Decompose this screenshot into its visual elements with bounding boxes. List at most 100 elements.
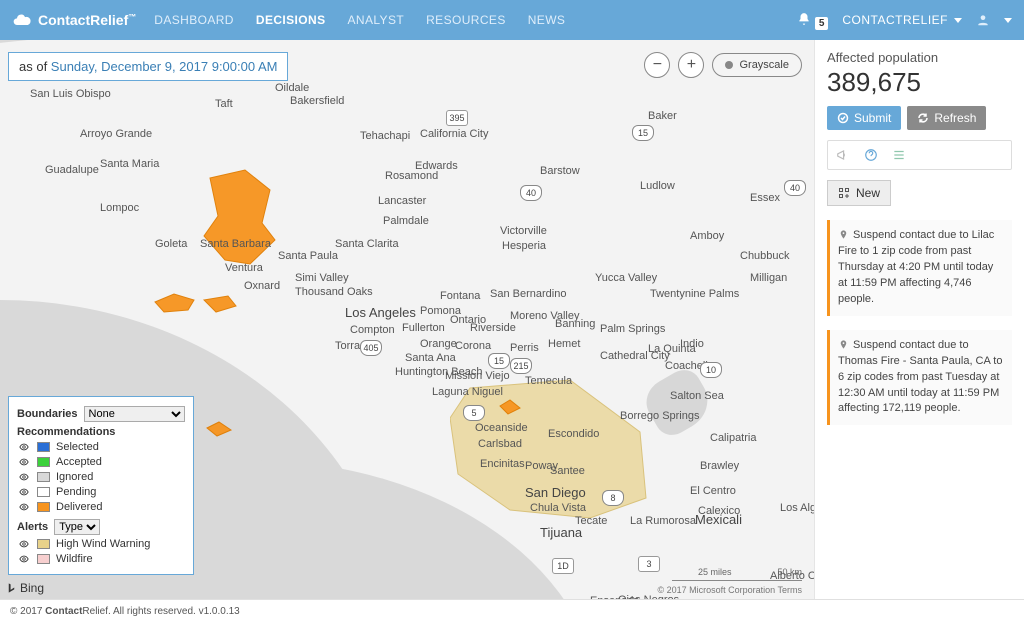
brand-logo[interactable]: ContactRelief™ (12, 10, 136, 30)
nav-items: DASHBOARD DECISIONS ANALYST RESOURCES NE… (154, 13, 565, 27)
nav-right: 5 CONTACTRELIEF (797, 12, 1012, 29)
help-icon[interactable] (864, 148, 878, 162)
dot-icon (725, 61, 733, 69)
highway-shield: 40 (520, 185, 542, 201)
bell-icon (797, 12, 811, 26)
recommendations-header: Recommendations (17, 426, 185, 438)
nav-news[interactable]: NEWS (528, 13, 566, 27)
map[interactable]: Los AngelesSan DiegoTijuanaMexicali Oild… (0, 40, 814, 599)
legend-item-label: High Wind Warning (56, 538, 150, 550)
top-nav: ContactRelief™ DASHBOARD DECISIONS ANALY… (0, 0, 1024, 40)
highway-shield: 15 (632, 125, 654, 141)
color-swatch (37, 502, 50, 512)
refresh-icon (917, 112, 929, 124)
map-scale: 25 miles50 km (698, 567, 802, 577)
eye-icon[interactable] (17, 442, 31, 452)
caret-down-icon (954, 18, 962, 23)
color-swatch (37, 554, 50, 564)
eye-icon[interactable] (17, 539, 31, 549)
color-swatch (37, 487, 50, 497)
alert-card[interactable]: Suspend contact due to Thomas Fire - San… (827, 330, 1012, 426)
sidebar-tools (827, 140, 1012, 170)
as-of-date-link[interactable]: Sunday, December 9, 2017 9:00:00 AM (51, 59, 278, 74)
map-provider: Bing (6, 581, 44, 595)
footer: © 2017 ContactRelief. All rights reserve… (0, 600, 1024, 628)
legend-item-label: Delivered (56, 501, 102, 513)
eye-icon[interactable] (17, 554, 31, 564)
notification-count: 5 (815, 17, 829, 30)
notifications-button[interactable]: 5 (797, 12, 828, 29)
delivered-area-islands (150, 290, 240, 320)
eye-icon[interactable] (17, 487, 31, 497)
caret-down-icon (1004, 18, 1012, 23)
highway-shield: 405 (360, 340, 382, 356)
legend-rec-row[interactable]: Pending (17, 486, 185, 498)
alerts-header: Alerts (17, 521, 48, 533)
affected-population-count: 389,675 (827, 67, 1012, 98)
map-controls: − + Grayscale (644, 52, 802, 78)
nav-decisions[interactable]: DECISIONS (256, 13, 326, 27)
map-scale-bar (672, 580, 802, 581)
color-swatch (37, 539, 50, 549)
legend-rec-row[interactable]: Delivered (17, 501, 185, 513)
legend-alert-row[interactable]: Wildfire (17, 553, 185, 565)
legend-panel: Boundaries None Recommendations Selected… (8, 396, 194, 575)
eye-icon[interactable] (17, 472, 31, 482)
user-icon[interactable] (976, 13, 990, 27)
color-swatch (37, 457, 50, 467)
grid-plus-icon (838, 187, 850, 199)
highway-shield: 8 (602, 490, 624, 506)
alert-text: Suspend contact due to Lilac Fire to 1 z… (838, 229, 994, 305)
zoom-in-button[interactable]: + (678, 52, 704, 78)
eye-icon[interactable] (17, 457, 31, 467)
main: Los AngelesSan DiegoTijuanaMexicali Oild… (0, 40, 1024, 600)
boundaries-select[interactable]: None (84, 406, 185, 422)
legend-item-label: Wildfire (56, 553, 93, 565)
user-menu[interactable]: CONTACTRELIEF (842, 13, 962, 27)
refresh-button[interactable]: Refresh (907, 106, 986, 130)
highway-shield: 1D (552, 558, 574, 574)
highway-shield: 15 (488, 353, 510, 369)
highway-shield: 3 (638, 556, 660, 572)
legend-rec-row[interactable]: Accepted (17, 456, 185, 468)
pin-icon (838, 338, 849, 352)
legend-alert-row[interactable]: High Wind Warning (17, 538, 185, 550)
new-button[interactable]: New (827, 180, 891, 206)
legend-item-label: Pending (56, 486, 96, 498)
alert-text: Suspend contact due to Thomas Fire - San… (838, 339, 1002, 415)
legend-rec-row[interactable]: Ignored (17, 471, 185, 483)
legend-item-label: Ignored (56, 471, 93, 483)
nav-analyst[interactable]: ANALYST (348, 13, 405, 27)
delivered-area-lilac (498, 398, 522, 416)
sidebar: Affected population 389,675 Submit Refre… (814, 40, 1024, 599)
as-of-box: as of Sunday, December 9, 2017 9:00:00 A… (8, 52, 288, 81)
highway-shield: 40 (784, 180, 806, 196)
highway-shield: 395 (446, 110, 468, 126)
highway-shield: 5 (463, 405, 485, 421)
zoom-out-button[interactable]: − (644, 52, 670, 78)
nav-dashboard[interactable]: DASHBOARD (154, 13, 234, 27)
submit-button[interactable]: Submit (827, 106, 901, 130)
list-icon[interactable] (892, 148, 906, 162)
check-icon (837, 112, 849, 124)
highway-shield: 215 (510, 358, 532, 374)
legend-item-label: Accepted (56, 456, 102, 468)
color-swatch (37, 442, 50, 452)
wind-warning-area (450, 378, 660, 528)
boundaries-label: Boundaries (17, 408, 78, 420)
legend-rec-row[interactable]: Selected (17, 441, 185, 453)
alert-card[interactable]: Suspend contact due to Lilac Fire to 1 z… (827, 220, 1012, 316)
bing-icon (6, 581, 17, 595)
map-attribution: © 2017 Microsoft Corporation Terms (657, 585, 802, 595)
pin-icon (838, 228, 849, 242)
affected-population-label: Affected population (827, 50, 1012, 65)
cloud-icon (12, 10, 32, 30)
alerts-type-select[interactable]: Type (54, 519, 100, 535)
map-style-button[interactable]: Grayscale (712, 53, 802, 77)
nav-resources[interactable]: RESOURCES (426, 13, 506, 27)
delivered-area-thomas (190, 168, 290, 278)
megaphone-icon[interactable] (836, 148, 850, 162)
highway-shield: 10 (700, 362, 722, 378)
delivered-area-small (205, 420, 235, 438)
eye-icon[interactable] (17, 502, 31, 512)
